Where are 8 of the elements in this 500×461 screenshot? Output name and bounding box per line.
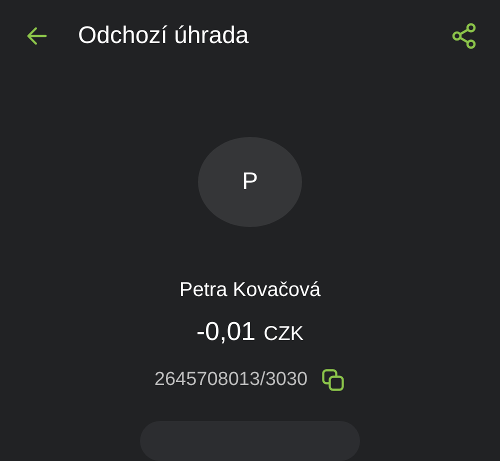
amount-value: -0,01 xyxy=(196,316,256,347)
copy-icon[interactable] xyxy=(320,367,346,393)
currency-label: CZK xyxy=(264,323,304,346)
payee-name: Petra Kovačová xyxy=(179,279,321,302)
account-number: 2645708013/3030 xyxy=(154,369,308,391)
screen-title: Odchozí úhrada xyxy=(78,22,250,50)
avatar: P xyxy=(198,136,302,227)
share-icon[interactable] xyxy=(450,22,478,50)
